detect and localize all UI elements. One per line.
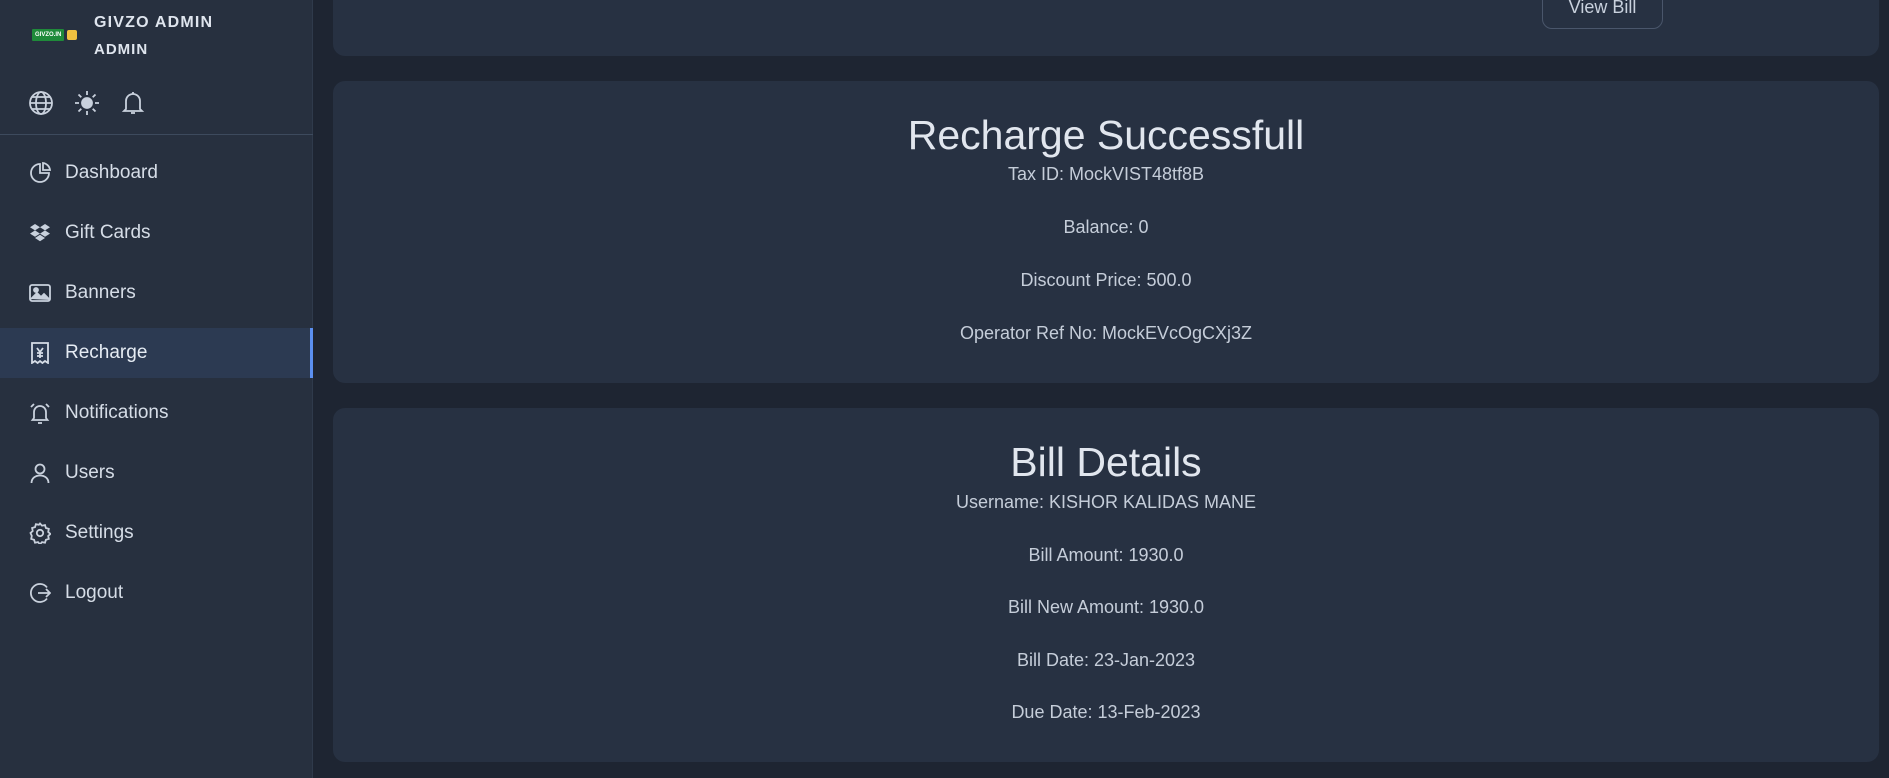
- sidebar-divider: [0, 134, 313, 135]
- brand: GIVZO.IN GIVZO ADMIN ADMIN: [32, 14, 213, 59]
- globe-icon[interactable]: [28, 90, 54, 116]
- sidebar-item-logout[interactable]: Logout: [0, 568, 313, 618]
- logout-icon: [29, 582, 52, 604]
- tax-id: Tax ID: MockVIST48tf8B: [1007, 164, 1205, 184]
- logo-text: GIVZO.IN: [32, 29, 65, 41]
- brand-role: ADMIN: [94, 41, 149, 58]
- sidebar-item-label: Notifications: [65, 402, 169, 423]
- dropbox-icon: [29, 222, 51, 244]
- receipt-yen-icon: [29, 342, 51, 365]
- sidebar-item-dashboard[interactable]: Dashboard: [0, 148, 313, 198]
- sidebar-item-recharge[interactable]: Recharge: [0, 328, 313, 378]
- bill-new-amount: Bill New Amount: 1930.0: [1007, 597, 1205, 617]
- discount-price: Discount Price: 500.0: [1020, 270, 1192, 290]
- sun-icon[interactable]: [74, 90, 100, 116]
- sidebar-item-settings[interactable]: Settings: [0, 508, 313, 558]
- alarm-bell-icon: [29, 402, 51, 424]
- sidebar-item-label: Settings: [65, 522, 134, 543]
- pie-chart-icon: [29, 161, 52, 184]
- brand-name: GIVZO ADMIN: [94, 14, 214, 31]
- due-date: Due Date: 13-Feb-2023: [1011, 702, 1201, 722]
- recharge-title: Recharge Successfull: [907, 112, 1305, 158]
- bill-amount: Bill Amount: 1930.0: [1028, 544, 1184, 565]
- balance: Balance: 0: [1063, 217, 1149, 237]
- bill-date: Bill Date: 23-Jan-2023: [1016, 649, 1196, 670]
- sidebar-item-gift-cards[interactable]: Gift Cards: [0, 208, 313, 258]
- sidebar-item-banners[interactable]: Banners: [0, 268, 313, 318]
- sidebar-nav: Dashboard Gift Cards Banners Recharge No…: [0, 148, 313, 628]
- logo-tag-icon: [67, 30, 78, 40]
- bill-title: Bill Details: [1010, 439, 1202, 485]
- sidebar-item-label: Recharge: [65, 342, 148, 363]
- givzo-logo[interactable]: GIVZO.IN: [32, 28, 84, 42]
- operator-ref-no: Operator Ref No: MockEVcOgCXj3Z: [959, 323, 1253, 343]
- sidebar-item-label: Logout: [65, 582, 124, 603]
- sidebar: GIVZO.IN GIVZO ADMIN ADMIN Dashboard Gif…: [0, 0, 313, 778]
- sidebar-item-users[interactable]: Users: [0, 448, 313, 498]
- sidebar-item-label: Dashboard: [65, 162, 158, 183]
- gear-icon: [29, 522, 52, 546]
- bill-details-card: Bill Details Username: KISHOR KALIDAS MA…: [333, 408, 1879, 762]
- previous-card: View Bill: [333, 0, 1879, 56]
- recharge-status-card: Recharge Successfull Tax ID: MockVIST48t…: [333, 81, 1879, 383]
- image-icon: [29, 282, 51, 304]
- quick-icons: [28, 90, 146, 116]
- sidebar-item-label: Gift Cards: [65, 222, 151, 243]
- sidebar-item-label: Banners: [65, 282, 136, 303]
- view-bill-button[interactable]: View Bill: [1542, 0, 1663, 29]
- user-icon: [29, 462, 51, 484]
- bell-icon[interactable]: [120, 90, 146, 116]
- username: Username: KISHOR KALIDAS MANE: [955, 492, 1257, 512]
- sidebar-item-label: Users: [65, 462, 115, 483]
- sidebar-item-notifications[interactable]: Notifications: [0, 388, 313, 438]
